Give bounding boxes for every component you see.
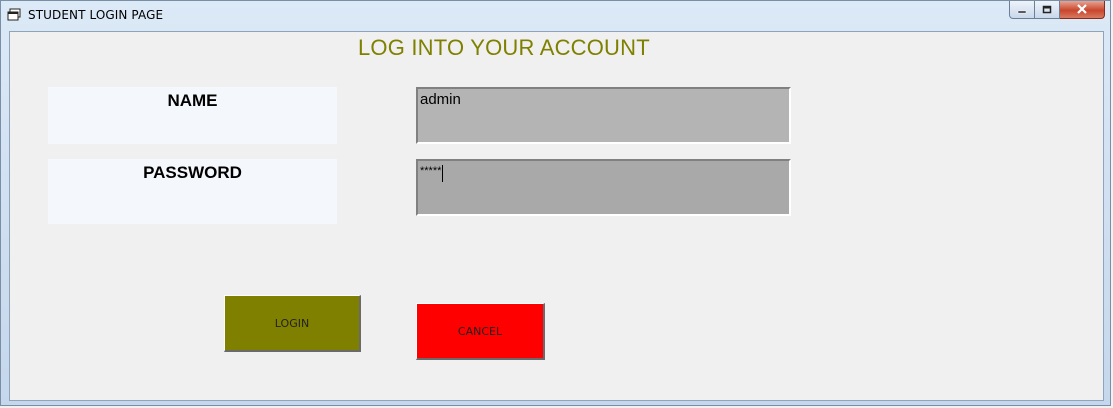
window-controls — [1009, 1, 1105, 21]
cancel-button-label: CANCEL — [457, 324, 503, 338]
login-button[interactable]: LOGIN — [224, 295, 361, 352]
minimize-icon — [1017, 1, 1027, 19]
name-label: NAME — [48, 87, 337, 144]
minimize-button[interactable] — [1009, 1, 1035, 19]
app-window: STUDENT LOGIN PAGE LOG INTO YOUR ACCOUNT… — [0, 0, 1111, 406]
app-window-icon — [7, 8, 21, 21]
page-heading: LOG INTO YOUR ACCOUNT — [358, 35, 650, 60]
name-input[interactable]: admin — [416, 87, 791, 144]
close-button[interactable] — [1060, 1, 1105, 19]
name-input-value: admin — [420, 91, 461, 108]
password-input-value: ***** — [420, 165, 442, 177]
cancel-button[interactable]: CANCEL — [416, 303, 545, 360]
window-title: STUDENT LOGIN PAGE — [28, 8, 164, 22]
login-button-label: LOGIN — [274, 316, 310, 330]
title-bar[interactable]: STUDENT LOGIN PAGE — [1, 1, 1110, 31]
text-caret — [442, 165, 444, 182]
maximize-button[interactable] — [1035, 1, 1060, 19]
close-icon — [1076, 1, 1088, 19]
password-label: PASSWORD — [48, 159, 337, 224]
password-input[interactable]: ***** — [416, 159, 791, 216]
maximize-icon — [1042, 1, 1052, 19]
form-area: LOG INTO YOUR ACCOUNT NAME admin PASSWOR… — [9, 31, 1104, 401]
